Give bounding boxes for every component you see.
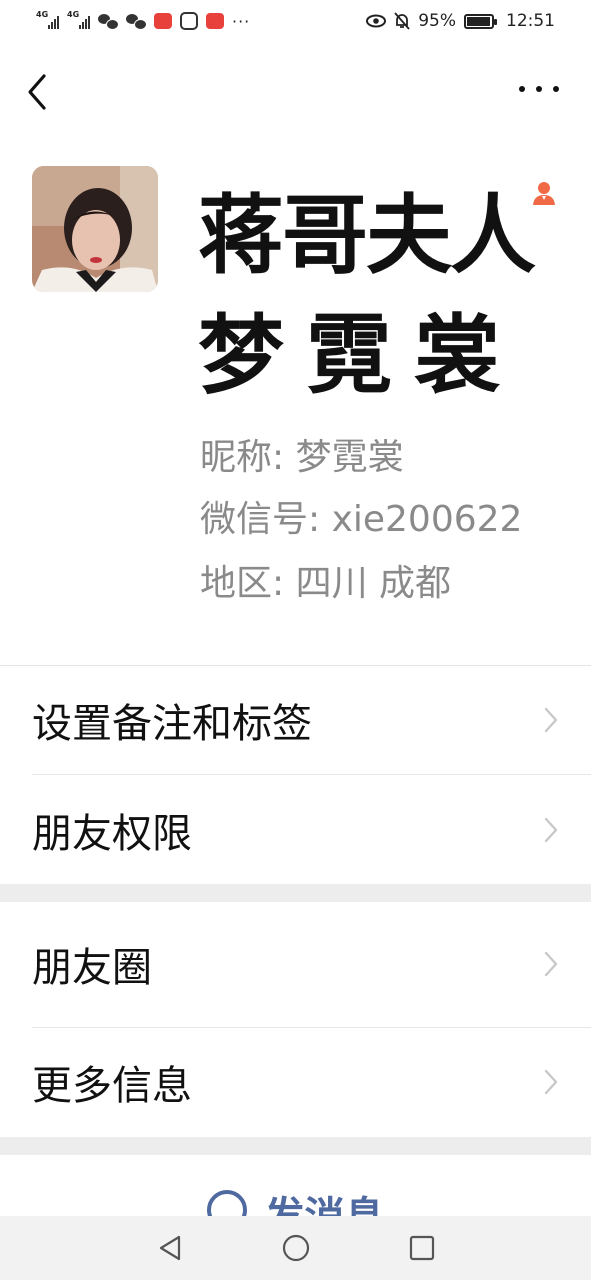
region: 地区: 四川 成都 <box>200 563 452 604</box>
section-gap <box>0 1137 591 1155</box>
eye-icon <box>366 14 387 28</box>
set-remarks-tags-row[interactable]: 设置备注和标签 <box>0 666 591 774</box>
battery-percent: 95% <box>418 11 456 31</box>
avatar[interactable] <box>32 166 158 292</box>
square-recents-icon <box>409 1235 434 1261</box>
network-type-1: 4G <box>36 10 49 19</box>
more-button[interactable] <box>519 76 559 102</box>
signal-icon: 4G <box>36 10 59 29</box>
signal-icon-2: 4G <box>67 10 90 29</box>
nav-home-button[interactable] <box>281 1233 311 1263</box>
nav-back-button[interactable] <box>155 1233 185 1263</box>
bell-muted-icon <box>394 12 410 30</box>
more-info-label: 更多信息 <box>32 1063 192 1109</box>
battery-icon <box>464 13 497 29</box>
display-name-line2: 梦霓裳 <box>198 306 522 407</box>
moments-label: 朋友圈 <box>32 945 152 991</box>
more-dots-icon <box>519 86 525 92</box>
wechat-icon <box>98 14 119 30</box>
more-notifications-icon: ··· <box>232 11 251 31</box>
chevron-right-icon <box>544 951 558 977</box>
network-type-2: 4G <box>67 10 80 19</box>
dot <box>536 86 542 92</box>
send-message-button[interactable]: 发消息 <box>0 1158 591 1218</box>
system-nav-bar <box>0 1216 591 1280</box>
clock: 12:51 <box>506 11 555 31</box>
chevron-right-icon <box>544 1069 558 1095</box>
chevron-right-icon <box>544 817 558 843</box>
circle-home-icon <box>282 1234 309 1262</box>
send-message-label: 发消息 <box>264 1194 385 1218</box>
status-bar-right: 95% 12:51 <box>366 11 555 31</box>
chevron-right-icon <box>544 707 558 733</box>
wechat-icon-2 <box>126 14 147 30</box>
display-name: 蒋哥夫人 梦霓裳 <box>198 176 538 417</box>
wechat-id: 微信号: xie200622 <box>200 499 523 540</box>
nav-recents-button[interactable] <box>407 1233 437 1263</box>
friend-permissions-row[interactable]: 朋友权限 <box>0 776 591 884</box>
friend-permissions-label: 朋友权限 <box>32 811 192 857</box>
status-bar-left: 4G 4G ··· <box>36 10 251 31</box>
more-info-row[interactable]: 更多信息 <box>0 1028 591 1136</box>
top-nav <box>0 62 591 118</box>
chat-bubble-icon <box>206 1190 247 1218</box>
set-remarks-tags-label: 设置备注和标签 <box>32 701 312 747</box>
dot <box>553 86 559 92</box>
avatar-image <box>32 166 158 292</box>
section-gap <box>0 884 591 902</box>
chevron-left-icon <box>28 74 46 110</box>
book-app-icon <box>154 13 172 29</box>
back-button[interactable] <box>24 68 64 112</box>
shield-app-icon <box>180 12 198 30</box>
nickname: 昵称: 梦霓裳 <box>200 437 404 478</box>
status-bar: 4G 4G ··· 95% 12:51 <box>0 0 591 42</box>
shopping-app-icon <box>206 13 224 29</box>
moments-row[interactable]: 朋友圈 <box>0 910 591 1018</box>
display-name-line1: 蒋哥夫人 <box>198 186 536 286</box>
person-icon <box>533 182 555 205</box>
row-separator <box>32 774 591 775</box>
triangle-back-icon <box>159 1235 180 1261</box>
